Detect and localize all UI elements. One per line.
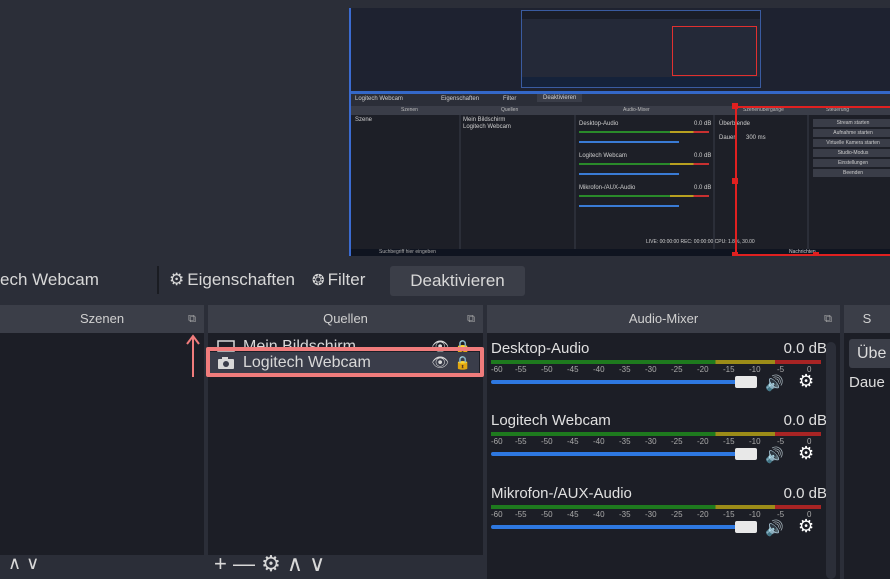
sources-dock-header: Quellen ⧉: [208, 305, 483, 333]
preview-nested-screen: [351, 8, 890, 91]
source-controls[interactable]: + — ⚙ ∧ ∨: [214, 551, 325, 577]
mixer-channel-db: 0.0 dB: [783, 340, 827, 357]
gear-icon[interactable]: ⚙: [798, 371, 814, 392]
preview-properties: Eigenschaften: [441, 96, 480, 102]
preview-red-bounding-box[interactable]: [735, 106, 890, 256]
preview-source-1: Mein Bildschirm: [463, 117, 506, 123]
gear-icon: ⚙: [169, 270, 185, 289]
undock-icon[interactable]: ⧉: [188, 305, 196, 333]
transitions-title: S: [862, 311, 872, 326]
preview-source-label: Logitech Webcam: [355, 96, 403, 102]
preview-mixer-3-db: 0.0 dB: [694, 185, 712, 191]
preview-duration-label: Dauer: [719, 135, 736, 141]
preview-taskbar-search: Suchbegriff hier eingeben: [379, 249, 436, 255]
gear-icon[interactable]: ⚙: [798, 443, 814, 464]
transitions-panel: [844, 333, 890, 579]
volume-slider-track[interactable]: [491, 525, 737, 529]
filter-label: Filter: [327, 270, 366, 289]
volume-slider-track[interactable]: [491, 380, 737, 384]
scenes-list[interactable]: [0, 333, 204, 579]
mixer-dock-header: Audio-Mixer ⧉: [487, 305, 840, 333]
preview-scene: Szene: [355, 117, 373, 123]
preview-nested-obs: [521, 10, 761, 88]
preview-mixer-1: Desktop-Audio: [579, 121, 619, 127]
preview-mixer-3: Mikrofon-/AUX-Audio: [579, 185, 636, 191]
preview-toolbar: Logitech Webcam Eigenschaften Filter Dea…: [351, 94, 890, 106]
volume-slider-handle[interactable]: [735, 376, 757, 388]
preview-filter: Filter: [503, 96, 517, 102]
source-toolbar: ech Webcam ⚙ Eigenschaften ❂ Filter Deak…: [0, 256, 890, 304]
scenes-title: Szenen: [79, 311, 125, 326]
toolbar-source-name: ech Webcam: [0, 270, 99, 289]
sources-title: Quellen: [323, 311, 368, 326]
filter-icon: ❂: [312, 272, 325, 289]
mixer-channel-name: Mikrofon-/AUX-Audio: [491, 485, 632, 502]
toolbar-divider: [157, 266, 159, 294]
preview-mixer-2: Logitech Webcam: [579, 153, 627, 159]
speaker-icon[interactable]: 🔊: [765, 446, 784, 464]
mixer-scrollbar[interactable]: [826, 342, 836, 579]
transitions-dock-header: S: [844, 305, 890, 333]
preview-resize-handle[interactable]: [732, 103, 738, 109]
volume-slider-track[interactable]: [491, 452, 737, 456]
preview-resize-handle[interactable]: [732, 178, 738, 184]
deactivate-button[interactable]: Deaktivieren: [390, 266, 525, 296]
properties-label: Eigenschaften: [187, 270, 295, 289]
undock-icon[interactable]: ⧉: [467, 305, 475, 333]
highlight-box: [206, 347, 484, 377]
up-arrow-icon: [186, 334, 200, 377]
filter-button[interactable]: ❂ Filter: [312, 270, 365, 290]
preview-mixer-1-db: 0.0 dB: [694, 121, 712, 127]
undock-icon[interactable]: ⧉: [824, 305, 832, 333]
preview-hdr-mixer: Audio-Mixer: [623, 107, 650, 113]
speaker-icon[interactable]: 🔊: [765, 519, 784, 537]
volume-meter: [491, 432, 821, 436]
preview-deactivate: Deaktivieren: [537, 94, 583, 102]
preview-area[interactable]: Logitech Webcam Eigenschaften Filter Dea…: [0, 0, 890, 256]
volume-meter: [491, 505, 821, 509]
mixer-channel-db: 0.0 dB: [783, 412, 827, 429]
preview-mixer-2-db: 0.0 dB: [694, 153, 712, 159]
speaker-icon[interactable]: 🔊: [765, 374, 784, 392]
mixer-channel-db: 0.0 dB: [783, 485, 827, 502]
transition-select[interactable]: Übe: [849, 339, 890, 368]
properties-button[interactable]: ⚙ Eigenschaften: [169, 270, 295, 290]
gear-icon[interactable]: ⚙: [798, 516, 814, 537]
preview-hdr-scenes: Szenen: [401, 107, 418, 113]
duration-label: Daue: [849, 374, 885, 391]
mixer-channel-name: Logitech Webcam: [491, 412, 611, 429]
mixer-channel-name: Desktop-Audio: [491, 340, 590, 357]
scene-order-controls[interactable]: ∧ ∨: [8, 553, 39, 574]
preview-source-2: Logitech Webcam: [463, 124, 511, 130]
preview-canvas[interactable]: Logitech Webcam Eigenschaften Filter Dea…: [349, 8, 890, 256]
mixer-title: Audio-Mixer: [628, 311, 699, 326]
volume-meter: [491, 360, 821, 364]
scenes-dock-header: Szenen ⧉: [0, 305, 204, 333]
volume-slider-handle[interactable]: [735, 448, 757, 460]
volume-slider-handle[interactable]: [735, 521, 757, 533]
preview-hdr-sources: Quellen: [501, 107, 519, 113]
